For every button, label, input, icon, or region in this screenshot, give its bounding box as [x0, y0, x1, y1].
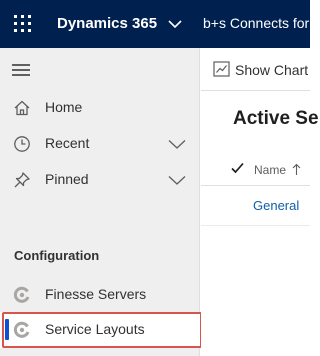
pin-icon: [13, 171, 31, 189]
sidebar-item-label: Finesse Servers: [45, 286, 147, 302]
sidebar-item-recent[interactable]: Recent: [0, 126, 200, 162]
sidebar-item-service-layouts[interactable]: Service Layouts: [0, 312, 200, 348]
table-row: General: [201, 186, 310, 226]
grid-header: Name: [201, 152, 310, 186]
chevron-down-icon[interactable]: [168, 136, 186, 152]
main-content: Show Chart Active Se Name General: [201, 48, 319, 356]
section-title-configuration: Configuration: [14, 248, 100, 263]
sidebar-item-label: Home: [45, 99, 83, 115]
sidebar-item-pinned[interactable]: Pinned: [0, 162, 200, 198]
sidebar-item-label: Recent: [45, 135, 90, 151]
sidebar-item-home[interactable]: Home: [0, 90, 200, 126]
chevron-down-icon[interactable]: [168, 17, 182, 31]
home-icon: [13, 99, 31, 117]
command-bar: Show Chart: [201, 48, 310, 91]
chevron-down-icon[interactable]: [168, 172, 186, 188]
brand-title[interactable]: Dynamics 365: [57, 15, 157, 32]
selected-indicator: [5, 319, 9, 340]
sidebar-item-finesse-servers[interactable]: Finesse Servers: [0, 277, 200, 313]
entity-icon: [13, 321, 31, 339]
sort-ascending-icon: [292, 163, 301, 176]
top-bar: Dynamics 365 b+s Connects for: [0, 0, 310, 48]
show-chart-label: Show Chart: [235, 62, 309, 78]
app-name[interactable]: b+s Connects for: [203, 15, 309, 31]
select-all-checkbox[interactable]: [231, 161, 244, 175]
sidebar: Home Recent Pinned Configuration Finesse…: [0, 48, 202, 356]
waffle-icon[interactable]: [13, 14, 32, 33]
record-link[interactable]: General: [253, 198, 299, 213]
chart-icon: [213, 61, 230, 77]
view-title[interactable]: Active Se: [233, 108, 319, 130]
sidebar-item-label: Pinned: [45, 171, 89, 187]
sidebar-item-label: Service Layouts: [45, 321, 145, 337]
clock-icon: [13, 135, 31, 153]
hamburger-icon[interactable]: [12, 63, 30, 77]
column-header-name[interactable]: Name: [254, 163, 286, 177]
entity-icon: [13, 286, 31, 304]
